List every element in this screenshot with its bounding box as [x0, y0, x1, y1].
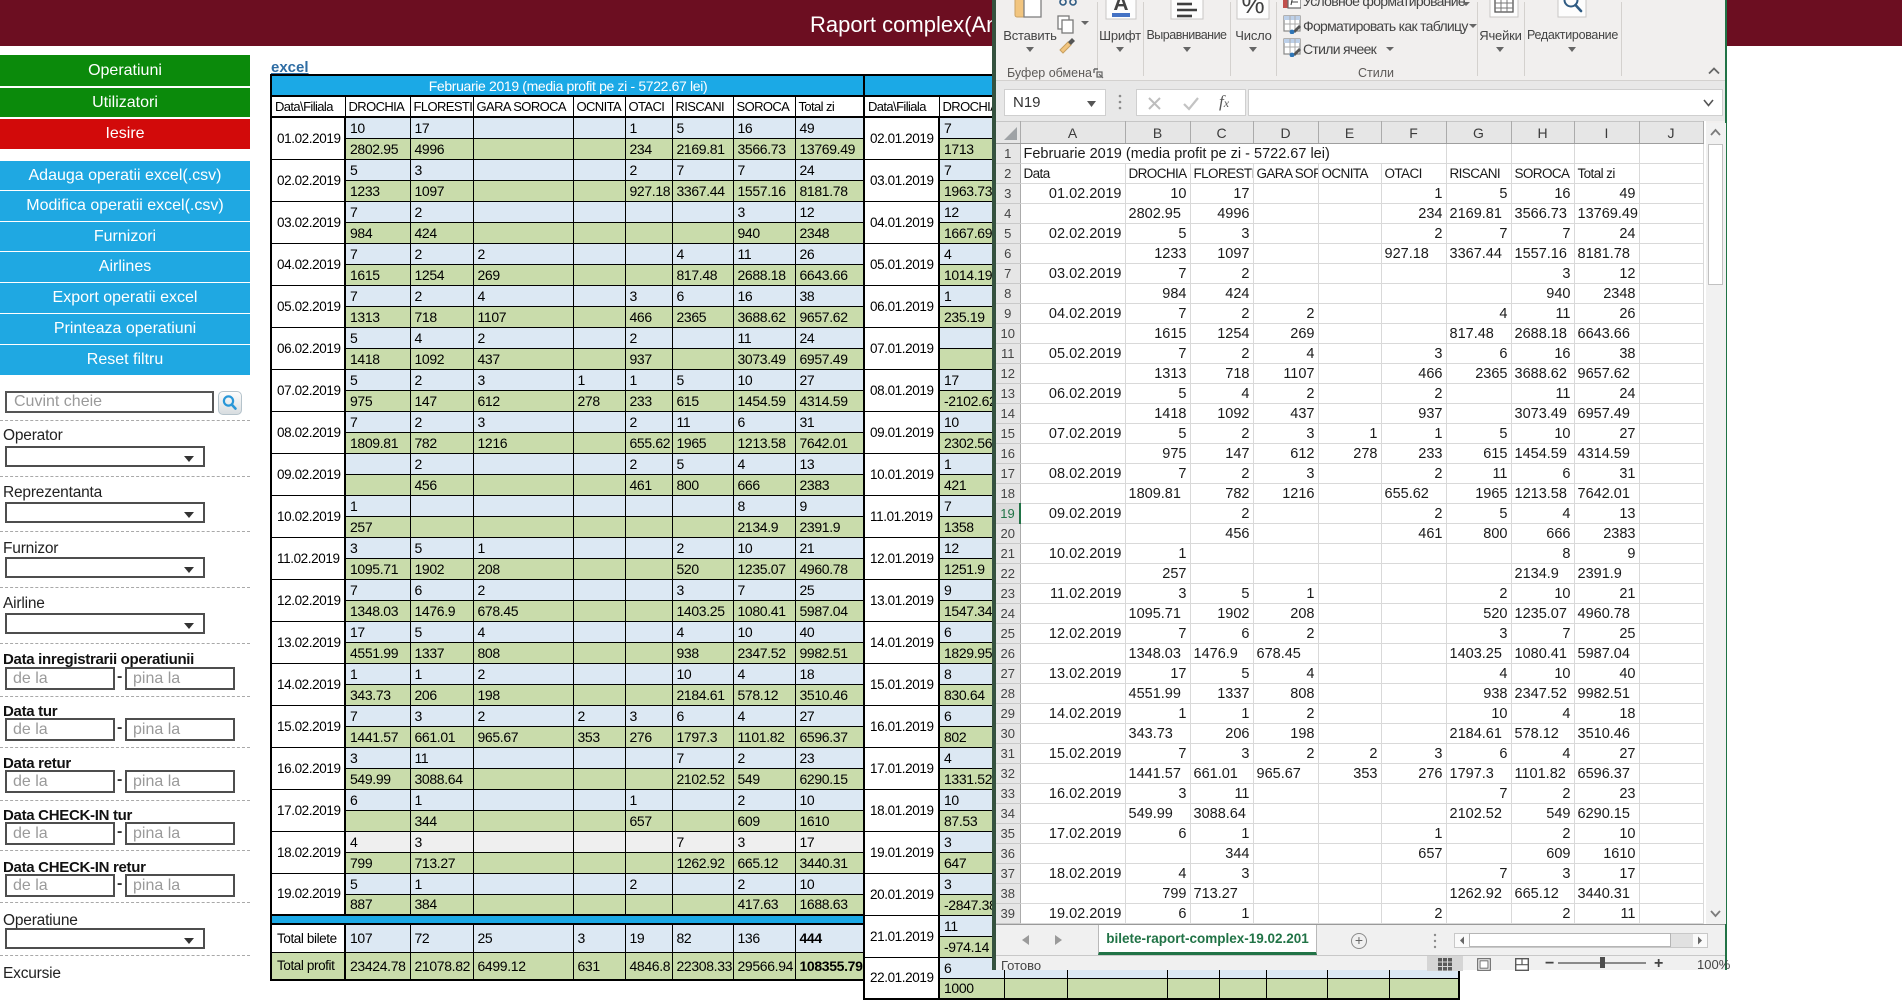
- svg-text:%: %: [1241, 0, 1264, 19]
- svg-text:А: А: [1113, 0, 1128, 15]
